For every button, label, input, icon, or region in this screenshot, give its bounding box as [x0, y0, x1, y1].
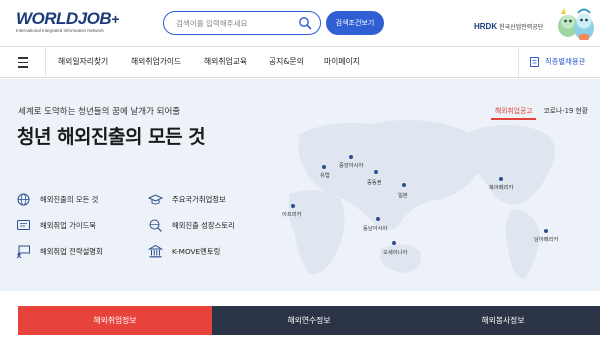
job-category-link[interactable]: 직종별채용관: [518, 47, 600, 77]
tab-overseas-volunteer-info[interactable]: 해외봉사정보: [406, 306, 600, 335]
quick-link-label: 해외진출의 모든 것: [40, 195, 99, 204]
map-marker: [544, 229, 548, 233]
map-region-middle-east[interactable]: 중동권: [367, 178, 382, 186]
institution-icon: [148, 244, 163, 258]
hero-section: 세계로 도약하는 청년들의 꿈에 날개가 되어줄 청년 해외진출의 모든 것 해…: [0, 79, 600, 291]
map-marker: [374, 170, 378, 174]
document-icon: [530, 57, 539, 67]
map-region-oceania[interactable]: 오세아니아: [383, 248, 407, 256]
tab-covid-status[interactable]: 코로나-19 현황: [539, 104, 592, 120]
map-marker: [291, 204, 295, 208]
hrdk-logo[interactable]: HRDK 한국산업인력공단: [474, 16, 544, 31]
nav-item-guide[interactable]: 해외취업가이드: [131, 47, 181, 77]
tab-overseas-job-info[interactable]: 해외취업정보: [18, 306, 212, 335]
map-marker: [322, 165, 326, 169]
nav-item-education[interactable]: 해외취업교육: [204, 47, 247, 77]
map-marker: [376, 217, 380, 221]
nav-item-notice[interactable]: 공지&문의: [269, 47, 304, 77]
map-region-central-asia[interactable]: 중앙아시아: [339, 161, 363, 169]
map-region-south-america[interactable]: 남아메리카: [534, 235, 558, 243]
presentation-icon: [16, 245, 30, 259]
nav-item-overseas-jobs[interactable]: 해외일자리찾기: [58, 47, 108, 77]
globe-search-icon: [149, 219, 162, 232]
site-header: WORLDJOB+ International Integrated Infor…: [0, 0, 600, 46]
map-region-japan[interactable]: 일본: [398, 191, 408, 199]
tab-overseas-training-info[interactable]: 해외연수정보: [212, 306, 406, 335]
quick-link-label: 해외취업 전략설명회: [40, 247, 103, 256]
detail-search-button[interactable]: 검색조건보기: [326, 11, 384, 35]
logo-plus: +: [111, 11, 119, 27]
main-nav: 해외일자리찾기 해외취업가이드 해외취업교육 공지&문의 마이페이지 직종별채용…: [0, 46, 600, 78]
search-icon[interactable]: [298, 16, 312, 30]
map-marker: [499, 177, 503, 181]
logo-text: WORLDJOB: [16, 9, 112, 28]
org-name: 한국산업인력공단: [499, 24, 544, 31]
hero-title: 청년 해외진출의 모든 것: [17, 126, 206, 148]
globe-icon: [17, 193, 30, 206]
tab-job-postings[interactable]: 해외취업공고: [490, 104, 537, 120]
job-category-label: 직종별채용관: [545, 57, 586, 66]
map-marker: [392, 241, 396, 245]
mascot-image: [558, 8, 594, 40]
quick-link-label: 해외진출 성장스토리: [172, 221, 235, 230]
info-tabs: 해외취업정보 해외연수정보 해외봉사정보: [18, 306, 600, 335]
hero-subtitle: 세계로 도약하는 청년들의 꿈에 날개가 되어줄: [18, 107, 181, 117]
world-map-icon: [288, 120, 555, 279]
logo-wordmark: WORLDJOB+: [16, 10, 126, 28]
map-marker: [349, 155, 353, 159]
hero-tabs: 해외취업공고 코로나-19 현황: [488, 98, 592, 120]
graduation-cap-icon: [148, 194, 163, 205]
quick-link-label: 해외취업 가이드북: [40, 221, 97, 230]
search-box: [163, 11, 321, 35]
worldjob-logo[interactable]: WORLDJOB+ International Integrated Infor…: [16, 10, 126, 38]
guidebook-icon: [17, 220, 30, 230]
map-region-southeast-asia[interactable]: 동남아시아: [363, 224, 387, 232]
hrdk-mark: HRDK: [474, 22, 498, 31]
map-marker: [402, 183, 406, 187]
map-region-africa[interactable]: 아프리카: [282, 210, 302, 218]
quick-link-label: 주요국가취업정보: [172, 195, 226, 204]
logo-tagline: International Integrated Information Net…: [16, 28, 104, 33]
quick-link-label: K-MOVE멘토링: [172, 247, 221, 256]
map-region-europe[interactable]: 유럽: [320, 171, 330, 179]
nav-item-mypage[interactable]: 마이페이지: [324, 47, 360, 77]
map-region-north-america[interactable]: 북아메리카: [489, 183, 513, 191]
search-input[interactable]: [176, 17, 296, 30]
hamburger-menu-icon[interactable]: [0, 47, 46, 77]
